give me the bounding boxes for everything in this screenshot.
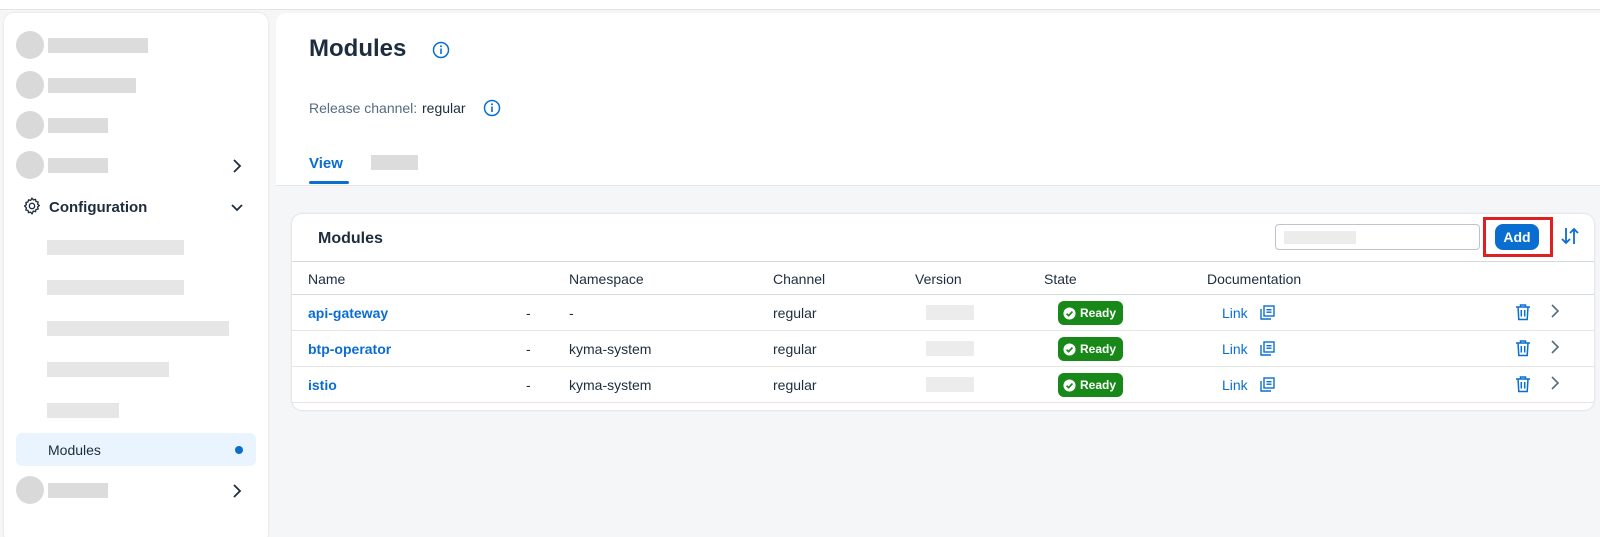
nav-label-placeholder [48, 158, 108, 173]
nav-icon-placeholder [16, 71, 44, 99]
status-text: Ready [1080, 342, 1117, 356]
table-row[interactable]: istio - kyma-system regular Ready Link [292, 367, 1594, 403]
external-link-icon[interactable] [1260, 341, 1275, 356]
add-button[interactable]: Add [1495, 224, 1539, 250]
chevron-right-icon[interactable] [1550, 303, 1560, 319]
page-title: Modules [309, 35, 407, 62]
chevron-right-icon[interactable] [1550, 339, 1560, 355]
nav-label-placeholder [48, 78, 136, 93]
module-name-link[interactable]: btp-operator [308, 341, 391, 357]
chevron-down-icon[interactable] [230, 201, 244, 215]
sidebar-item-1[interactable] [4, 25, 268, 65]
column-header-name: Name [308, 271, 346, 287]
nav-icon-placeholder [16, 151, 44, 179]
card-title: Modules [318, 230, 383, 247]
channel-cell: regular [773, 377, 817, 393]
external-link-icon[interactable] [1260, 305, 1275, 320]
trash-icon[interactable] [1515, 303, 1531, 321]
trash-icon[interactable] [1515, 339, 1531, 357]
documentation-link[interactable]: Link [1222, 377, 1248, 393]
search-placeholder [1284, 231, 1356, 244]
nav-icon-placeholder [16, 111, 44, 139]
page-header: Modules Release channel: regular View [276, 13, 1600, 186]
row-dash: - [526, 305, 531, 321]
top-strip [0, 0, 1600, 10]
status-badge: Ready [1058, 337, 1124, 361]
info-icon[interactable] [483, 99, 501, 117]
check-circle-icon [1063, 378, 1076, 392]
tab-view[interactable]: View [309, 155, 343, 172]
release-channel-value: regular [422, 100, 466, 116]
sort-icon[interactable] [1559, 225, 1581, 247]
namespace-cell: - [569, 305, 574, 321]
external-link-icon[interactable] [1260, 377, 1275, 392]
sidebar-item-label: Configuration [49, 199, 148, 216]
search-input[interactable] [1275, 224, 1480, 250]
documentation-link[interactable]: Link [1222, 341, 1248, 357]
nav-label-placeholder [48, 118, 108, 133]
channel-cell: regular [773, 305, 817, 321]
nav-label-placeholder [48, 483, 108, 498]
status-text: Ready [1080, 378, 1117, 392]
chevron-right-icon [233, 484, 242, 498]
status-badge: Ready [1058, 373, 1124, 397]
version-placeholder [926, 377, 974, 392]
chevron-right-icon [233, 159, 242, 173]
trash-icon[interactable] [1515, 375, 1531, 393]
column-header-channel: Channel [773, 271, 826, 287]
check-circle-icon [1063, 306, 1076, 320]
sidebar-subitem-placeholder[interactable] [47, 280, 184, 295]
nav-label-placeholder [48, 38, 148, 53]
documentation-link[interactable]: Link [1222, 305, 1248, 321]
status-badge: Ready [1058, 301, 1124, 325]
sidebar-subitem-placeholder[interactable] [47, 403, 119, 418]
column-header-namespace: Namespace [569, 271, 644, 287]
sidebar-item-3[interactable] [4, 105, 268, 145]
row-dash: - [526, 341, 531, 357]
info-icon[interactable] [432, 41, 450, 59]
gear-icon [23, 197, 41, 215]
sidebar-item-4[interactable] [4, 145, 268, 185]
release-channel-label: Release channel: [309, 100, 418, 116]
nav-icon-placeholder [16, 476, 44, 504]
column-header-documentation: Documentation [1207, 271, 1302, 287]
module-name-link[interactable]: istio [308, 377, 337, 393]
sidebar-subitem-placeholder[interactable] [47, 362, 169, 377]
check-circle-icon [1063, 342, 1076, 356]
version-placeholder [926, 305, 974, 320]
sidebar-item-label: Modules [48, 442, 101, 458]
nav-icon-placeholder [16, 31, 44, 59]
sidebar-item-modules[interactable]: Modules [16, 433, 256, 466]
namespace-cell: kyma-system [569, 341, 652, 357]
modules-card: Modules Add Name Namespace Channel Versi… [292, 214, 1594, 410]
sidebar-subitem-placeholder[interactable] [47, 321, 229, 336]
table-header: Name Namespace Channel Version State Doc… [292, 261, 1594, 295]
table-row[interactable]: api-gateway - - regular Ready Link [292, 295, 1594, 331]
version-placeholder [926, 341, 974, 356]
active-indicator-dot [235, 446, 243, 454]
status-text: Ready [1080, 306, 1117, 320]
column-header-state: State [1044, 271, 1077, 287]
sidebar-item-6[interactable] [4, 470, 268, 510]
sidebar: Configuration Modules [4, 13, 268, 537]
sidebar-item-configuration[interactable]: Configuration [4, 192, 268, 224]
chevron-right-icon[interactable] [1550, 375, 1560, 391]
sidebar-subitem-placeholder[interactable] [47, 240, 184, 255]
active-tab-indicator [309, 181, 349, 184]
module-name-link[interactable]: api-gateway [308, 305, 388, 321]
sidebar-item-2[interactable] [4, 65, 268, 105]
namespace-cell: kyma-system [569, 377, 652, 393]
tab-placeholder[interactable] [371, 155, 418, 170]
row-dash: - [526, 377, 531, 393]
column-header-version: Version [915, 271, 962, 287]
table-row[interactable]: btp-operator - kyma-system regular Ready… [292, 331, 1594, 367]
channel-cell: regular [773, 341, 817, 357]
